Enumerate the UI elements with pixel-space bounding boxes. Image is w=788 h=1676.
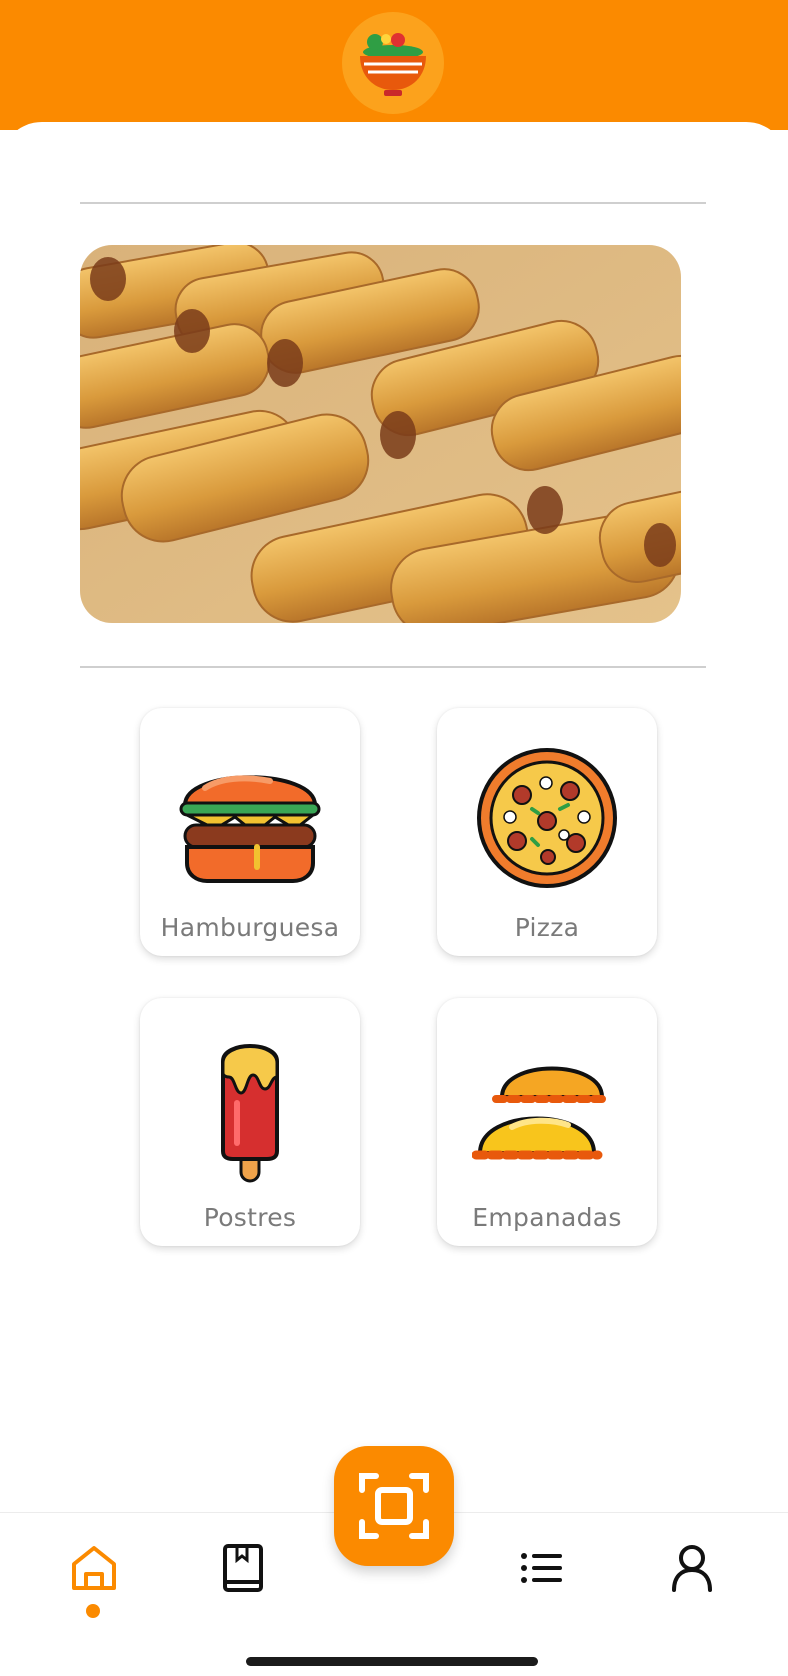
nav-profile[interactable] [660, 1536, 724, 1600]
nav-list[interactable] [510, 1536, 574, 1600]
category-label: Postres [203, 1203, 297, 1232]
user-icon [672, 1545, 712, 1592]
divider-bottom [80, 666, 706, 668]
active-indicator-dot [86, 1604, 100, 1618]
category-card-empanadas[interactable]: Empanadas [437, 998, 657, 1246]
scan-icon [359, 1473, 429, 1539]
category-label: Hamburguesa [160, 913, 340, 942]
scan-button[interactable] [334, 1446, 454, 1566]
empanada-icon [472, 1066, 612, 1160]
category-card-pizza[interactable]: Pizza [437, 708, 657, 956]
divider-top [80, 202, 706, 204]
nav-home[interactable] [62, 1536, 126, 1600]
app-logo [342, 12, 444, 114]
pizza-icon [477, 748, 617, 888]
book-icon [223, 1544, 263, 1592]
popsicle-icon [221, 1044, 279, 1183]
home-icon [72, 1546, 116, 1590]
category-label: Empanadas [472, 1203, 622, 1232]
category-card-hamburguesa[interactable]: Hamburguesa [140, 708, 360, 956]
food-bowl-icon [360, 33, 426, 96]
home-indicator [246, 1657, 538, 1666]
burger-icon [179, 775, 321, 883]
category-label: Pizza [514, 913, 580, 942]
nav-book[interactable] [211, 1536, 275, 1600]
list-icon [521, 1553, 562, 1583]
hero-image [80, 245, 681, 623]
category-card-postres[interactable]: Postres [140, 998, 360, 1246]
